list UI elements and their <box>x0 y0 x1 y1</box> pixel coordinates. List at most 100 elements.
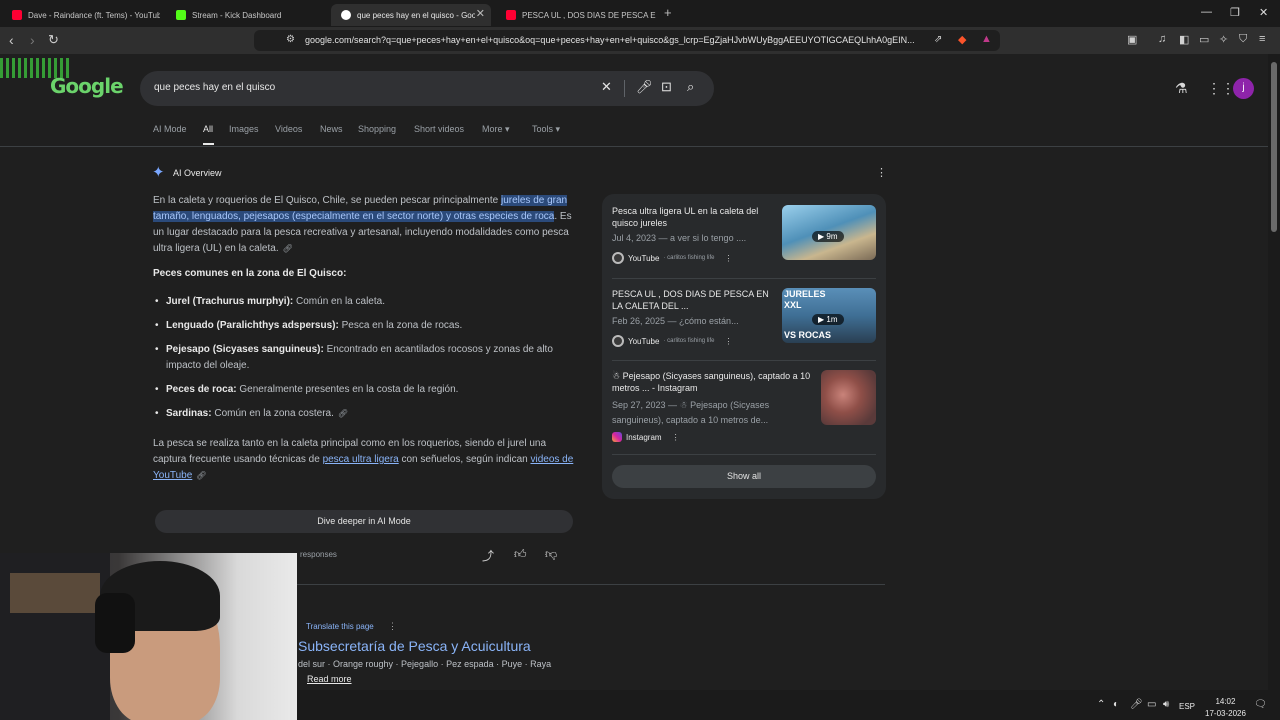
source-card[interactable]: Pesca ultra ligera UL en la caleta del q… <box>612 205 877 273</box>
header-divider <box>0 146 1268 147</box>
apps-icon[interactable]: ⋮⋮ <box>1207 80 1235 97</box>
fish-desc: Común en la caleta. <box>293 296 385 307</box>
notification-icon[interactable]: 🗨︎ <box>1254 699 1267 710</box>
thumbnail-text: XXL <box>784 300 802 310</box>
tab-videos[interactable]: Videos <box>275 124 302 134</box>
forward-icon[interactable]: › <box>30 32 35 48</box>
microphone-icon[interactable]: 🎤︎ <box>1130 699 1143 710</box>
more-options-icon[interactable]: ⋮ <box>876 166 887 179</box>
brave-rewards-icon[interactable]: ▲ <box>981 33 992 45</box>
duration-text: 9m <box>826 232 838 241</box>
intro-text: En la caleta y roquerios de El Quisco, C… <box>153 195 501 206</box>
source-title[interactable]: Pesca ultra ligera UL en la caleta del q… <box>612 205 772 229</box>
source-card[interactable]: ☃ Pejesapo (Sicyases sanguineus), captad… <box>612 370 877 450</box>
tab-shopping[interactable]: Shopping <box>358 124 396 134</box>
sidebar-icon[interactable]: ◧ <box>1179 33 1189 46</box>
clock[interactable]: 14:02 17-03-2026 <box>1205 696 1246 720</box>
tab-ai-mode[interactable]: AI Mode <box>153 124 187 134</box>
share-icon[interactable]: ⤴ <box>482 547 494 564</box>
avatar[interactable]: j <box>1233 78 1254 99</box>
leo-ai-icon[interactable]: ✧ <box>1219 33 1228 46</box>
tray-app-icon[interactable]: ◐ <box>1113 699 1119 710</box>
menu-icon[interactable]: ≡ <box>1259 33 1265 45</box>
scrollbar[interactable] <box>1268 54 1280 690</box>
tab-more[interactable]: More ▾ <box>482 124 510 135</box>
result-title-link[interactable]: Subsecretaría de Pesca y Acuicultura <box>298 638 531 654</box>
tab-title: Dave - Raindance (ft. Tems) - YouTube <box>28 10 160 20</box>
reload-icon[interactable]: ↻ <box>48 32 59 48</box>
dive-deeper-button[interactable]: Dive deeper in AI Mode <box>155 510 573 533</box>
show-all-button[interactable]: Show all <box>612 465 876 488</box>
site-info-icon[interactable]: ⚙ <box>286 34 295 45</box>
google-icon <box>341 10 351 20</box>
source-card[interactable]: PESCA UL , DOS DIAS DE PESCA EN LA CALET… <box>612 288 877 356</box>
tab-youtube-pesca[interactable]: PESCA UL , DOS DIAS DE PESCA EN L <box>496 4 656 26</box>
google-logo[interactable]: Google <box>50 74 124 98</box>
tab-title: Stream - Kick Dashboard <box>192 10 282 20</box>
url-text[interactable]: google.com/search?q=que+peces+hay+en+el+… <box>305 35 930 45</box>
source-divider <box>612 454 876 455</box>
duration-text: 1m <box>826 315 838 324</box>
tab-youtube-raindance[interactable]: Dave - Raindance (ft. Tems) - YouTube <box>2 4 160 26</box>
search-icon[interactable]: ⌕ <box>687 79 694 95</box>
read-more-link[interactable]: Read more <box>307 674 352 684</box>
more-options-icon[interactable]: ⋮ <box>724 254 732 263</box>
clear-icon[interactable]: ✕ <box>601 79 612 95</box>
address-bar[interactable]: ⚙ google.com/search?q=que+peces+hay+en+e… <box>254 30 1000 51</box>
search-input[interactable]: que peces hay en el quisco <box>154 82 275 93</box>
more-options-icon[interactable]: ⋮ <box>672 433 680 442</box>
tab-news[interactable]: News <box>320 124 343 134</box>
translate-link[interactable]: Translate this page <box>306 622 374 631</box>
share-icon[interactable]: ⇗ <box>934 34 942 45</box>
restore-icon[interactable]: ❐ <box>1230 6 1240 19</box>
network-icon[interactable]: ▭ <box>1147 699 1156 710</box>
tab-title: PESCA UL , DOS DIAS DE PESCA EN L <box>522 10 656 20</box>
ai-sparkle-icon: ✦ <box>152 164 165 181</box>
ai-overview-closing: La pesca se realiza tanto en la caleta p… <box>153 436 578 484</box>
search-box[interactable]: que peces hay en el quisco ✕ 🎤︎ ⊡ ⌕ <box>140 71 714 106</box>
microphone-icon[interactable]: 🎤︎ <box>636 79 653 95</box>
scrollbar-thumb[interactable] <box>1271 62 1277 232</box>
clock-date: 17-03-2026 <box>1205 709 1246 718</box>
language-indicator[interactable]: ESP <box>1179 702 1195 711</box>
tab-short-videos[interactable]: Short videos <box>414 124 464 134</box>
media-icon[interactable]: ♫ <box>1158 33 1166 45</box>
link-icon[interactable]: 🔗︎ <box>338 406 348 422</box>
close-window-icon[interactable]: ✕ <box>1259 6 1268 19</box>
tab-kick-dashboard[interactable]: Stream - Kick Dashboard <box>166 4 326 26</box>
tab-images[interactable]: Images <box>229 124 259 134</box>
new-tab-button[interactable]: + <box>664 5 672 20</box>
close-tab-icon[interactable]: ✕ <box>476 7 485 20</box>
thumbs-down-icon[interactable]: 👎︎ <box>545 547 557 562</box>
ultralight-link[interactable]: pesca ultra ligera <box>323 454 399 465</box>
back-icon[interactable]: ‹ <box>9 32 14 48</box>
caret-down-icon: ▾ <box>555 124 561 134</box>
volume-icon[interactable]: 🔊︎ <box>1163 699 1169 710</box>
lens-icon[interactable]: ⊡ <box>661 79 672 95</box>
webcam-bunk-bed <box>10 573 100 613</box>
tray-expand-icon[interactable]: ⌃ <box>1097 699 1105 710</box>
source-title[interactable]: PESCA UL , DOS DIAS DE PESCA EN LA CALET… <box>612 288 772 312</box>
result-options-icon[interactable]: ⋮ <box>388 621 397 632</box>
tab-tools[interactable]: Tools ▾ <box>532 124 560 135</box>
thumbs-up-icon[interactable]: 👍︎ <box>514 547 527 562</box>
image-thumbnail[interactable] <box>821 370 876 425</box>
link-icon[interactable]: 🔗︎ <box>283 241 293 257</box>
labs-icon[interactable]: ⚗ <box>1175 80 1188 97</box>
link-icon[interactable]: 🔗︎ <box>196 468 206 484</box>
tab-all[interactable]: All <box>203 124 213 134</box>
result-snippet: del sur · Orange roughy · Pejegallo · Pe… <box>298 659 552 669</box>
more-options-icon[interactable]: ⋮ <box>724 337 732 346</box>
vpn-shield-icon[interactable]: ⛉ <box>1239 33 1247 46</box>
tab-google-search[interactable]: que peces hay en el quisco - Goo ✕ <box>331 4 491 26</box>
ai-sources-panel: Pesca ultra ligera UL en la caleta del q… <box>602 194 886 499</box>
list-item: Jurel (Trachurus murphyi): Común en la c… <box>153 294 579 310</box>
fish-name: Pejesapo (Sicyases sanguineus): <box>166 344 324 355</box>
brave-shields-icon[interactable]: ◆ <box>958 33 966 46</box>
screenshot-icon[interactable]: ▣ <box>1127 33 1137 46</box>
source-title[interactable]: ☃ Pejesapo (Sicyases sanguineus), captad… <box>612 370 812 394</box>
minimize-icon[interactable]: — <box>1201 6 1212 18</box>
video-thumbnail[interactable]: JURELES XXL VS ROCAS ▶ 1m <box>782 288 876 343</box>
video-thumbnail[interactable]: ▶ 9m <box>782 205 876 260</box>
wallet-icon[interactable]: ▭ <box>1199 33 1209 46</box>
